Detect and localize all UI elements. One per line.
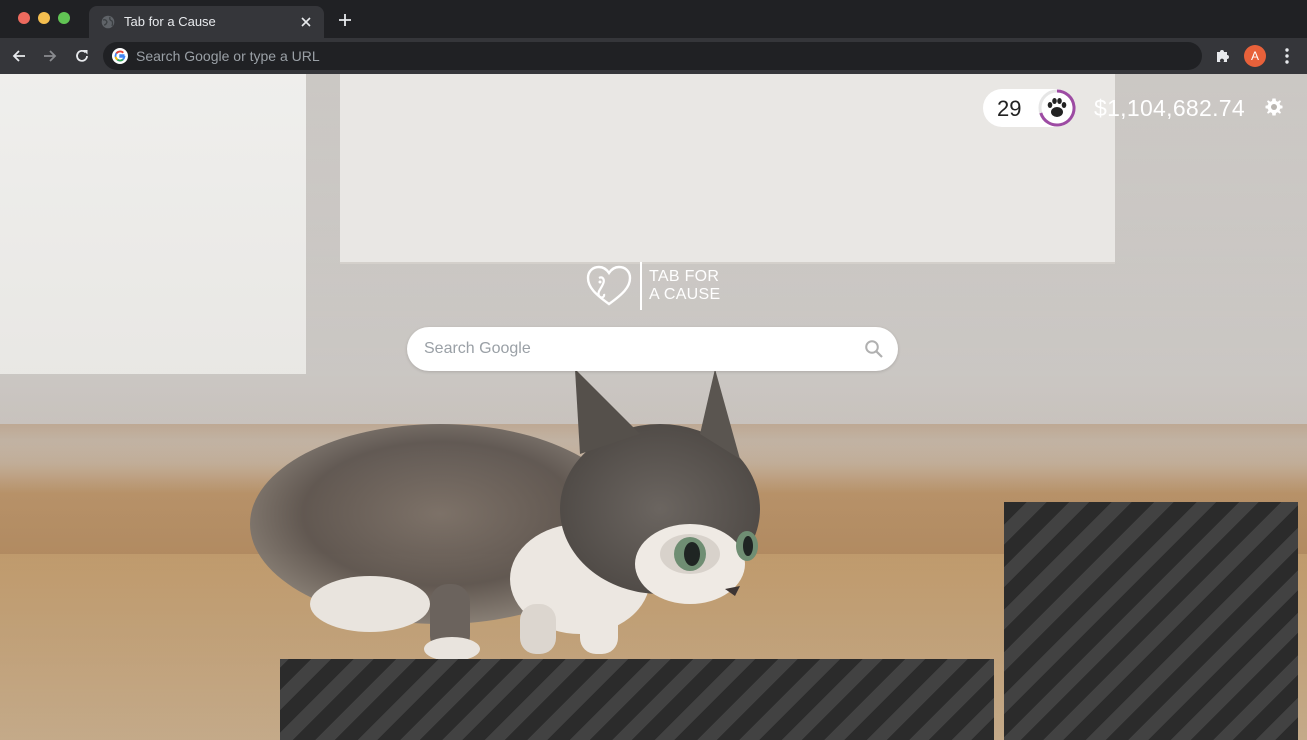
- window-close-button[interactable]: [18, 12, 30, 24]
- profile-avatar[interactable]: A: [1244, 45, 1266, 67]
- search-icon[interactable]: [864, 339, 884, 359]
- paw-icon: [1038, 89, 1076, 127]
- ad-placeholder-right[interactable]: [1004, 502, 1298, 740]
- google-icon: [112, 48, 128, 64]
- browser-tab[interactable]: Tab for a Cause: [89, 6, 324, 38]
- logo-text: TAB FOR A CAUSE: [649, 268, 720, 304]
- background-window: [0, 74, 306, 374]
- browser-toolbar: A: [0, 38, 1307, 74]
- tab-for-a-cause-logo: TAB FOR A CAUSE: [585, 262, 735, 312]
- ad-placeholder-bottom[interactable]: [280, 659, 994, 740]
- gear-icon[interactable]: [1264, 97, 1284, 117]
- logo-line-1: TAB FOR: [649, 268, 720, 285]
- window-zoom-button[interactable]: [58, 12, 70, 24]
- hearts-counter[interactable]: 29: [983, 89, 1076, 127]
- globe-icon: [101, 15, 115, 29]
- omnibox-input[interactable]: [136, 42, 1176, 70]
- kitten-photo: [250, 369, 760, 661]
- money-raised[interactable]: $1,104,682.74: [1094, 95, 1245, 122]
- close-icon[interactable]: [298, 14, 314, 30]
- window-minimize-button[interactable]: [38, 12, 50, 24]
- tab-title: Tab for a Cause: [124, 14, 216, 29]
- more-vert-icon[interactable]: [1278, 46, 1296, 66]
- new-tab-page: 29 $1,104,682.74 TAB FOR A CAUSE: [0, 74, 1307, 740]
- back-button[interactable]: [9, 46, 29, 66]
- search-box[interactable]: [407, 327, 898, 371]
- omnibox[interactable]: [103, 42, 1202, 70]
- logo-divider: [640, 262, 642, 310]
- new-tab-button[interactable]: [336, 11, 354, 29]
- forward-button[interactable]: [40, 46, 60, 66]
- logo-line-2: A CAUSE: [649, 286, 721, 303]
- elephant-heart-icon: [586, 265, 632, 306]
- hearts-count: 29: [997, 96, 1022, 121]
- puzzle-icon[interactable]: [1214, 47, 1232, 65]
- browser-titlebar: Tab for a Cause: [0, 0, 1307, 38]
- reload-button[interactable]: [72, 46, 92, 66]
- search-input[interactable]: [424, 327, 854, 371]
